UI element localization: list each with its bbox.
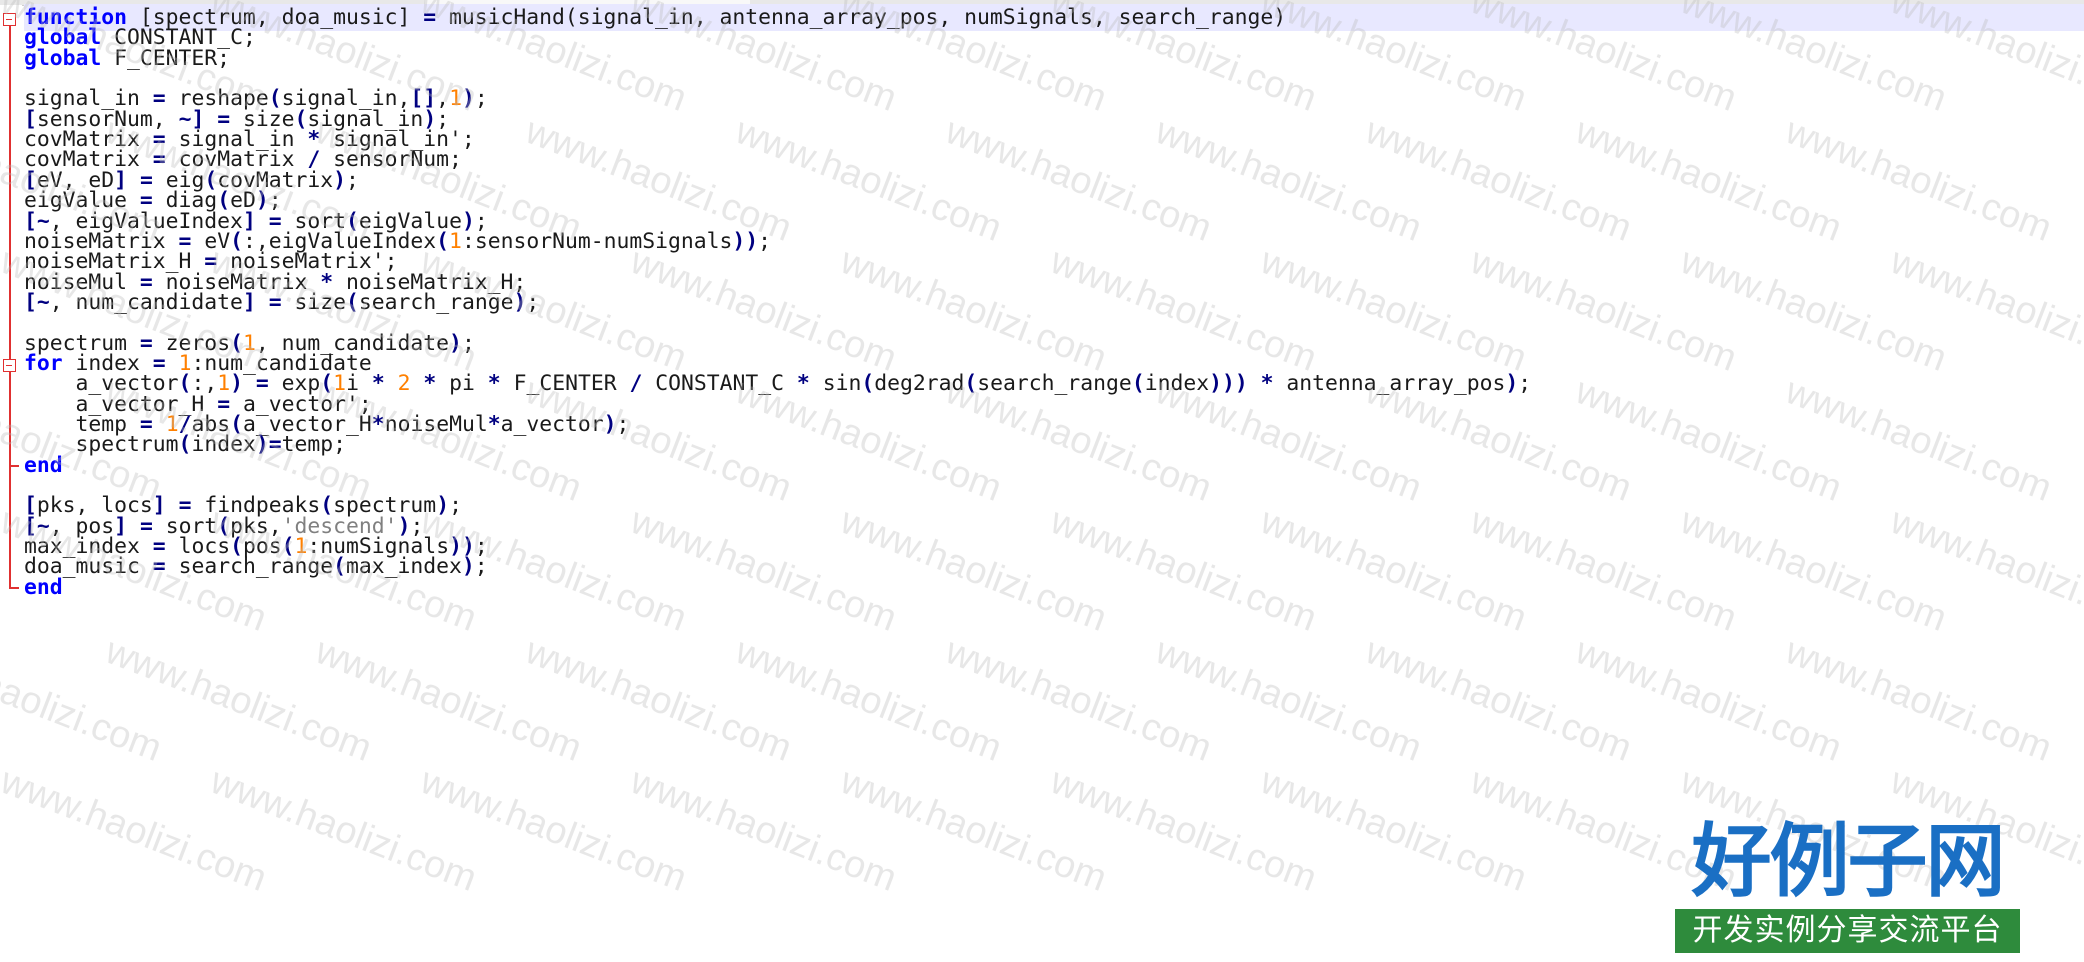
fold-end-marker [9,587,19,589]
fold-collapse-icon[interactable] [3,359,16,372]
fold-line [9,26,11,589]
code-token: end [24,574,63,600]
fold-margin [0,5,22,962]
logo-subtitle: 开发实例分享交流平台 [1675,909,2020,953]
fold-collapse-icon[interactable] [3,13,16,26]
site-logo: 好例子网 开发实例分享交流平台 [1675,815,2020,957]
code-line[interactable]: end [24,574,2084,601]
fold-end-marker [9,465,19,467]
logo-title: 好例子网 [1691,814,2006,908]
